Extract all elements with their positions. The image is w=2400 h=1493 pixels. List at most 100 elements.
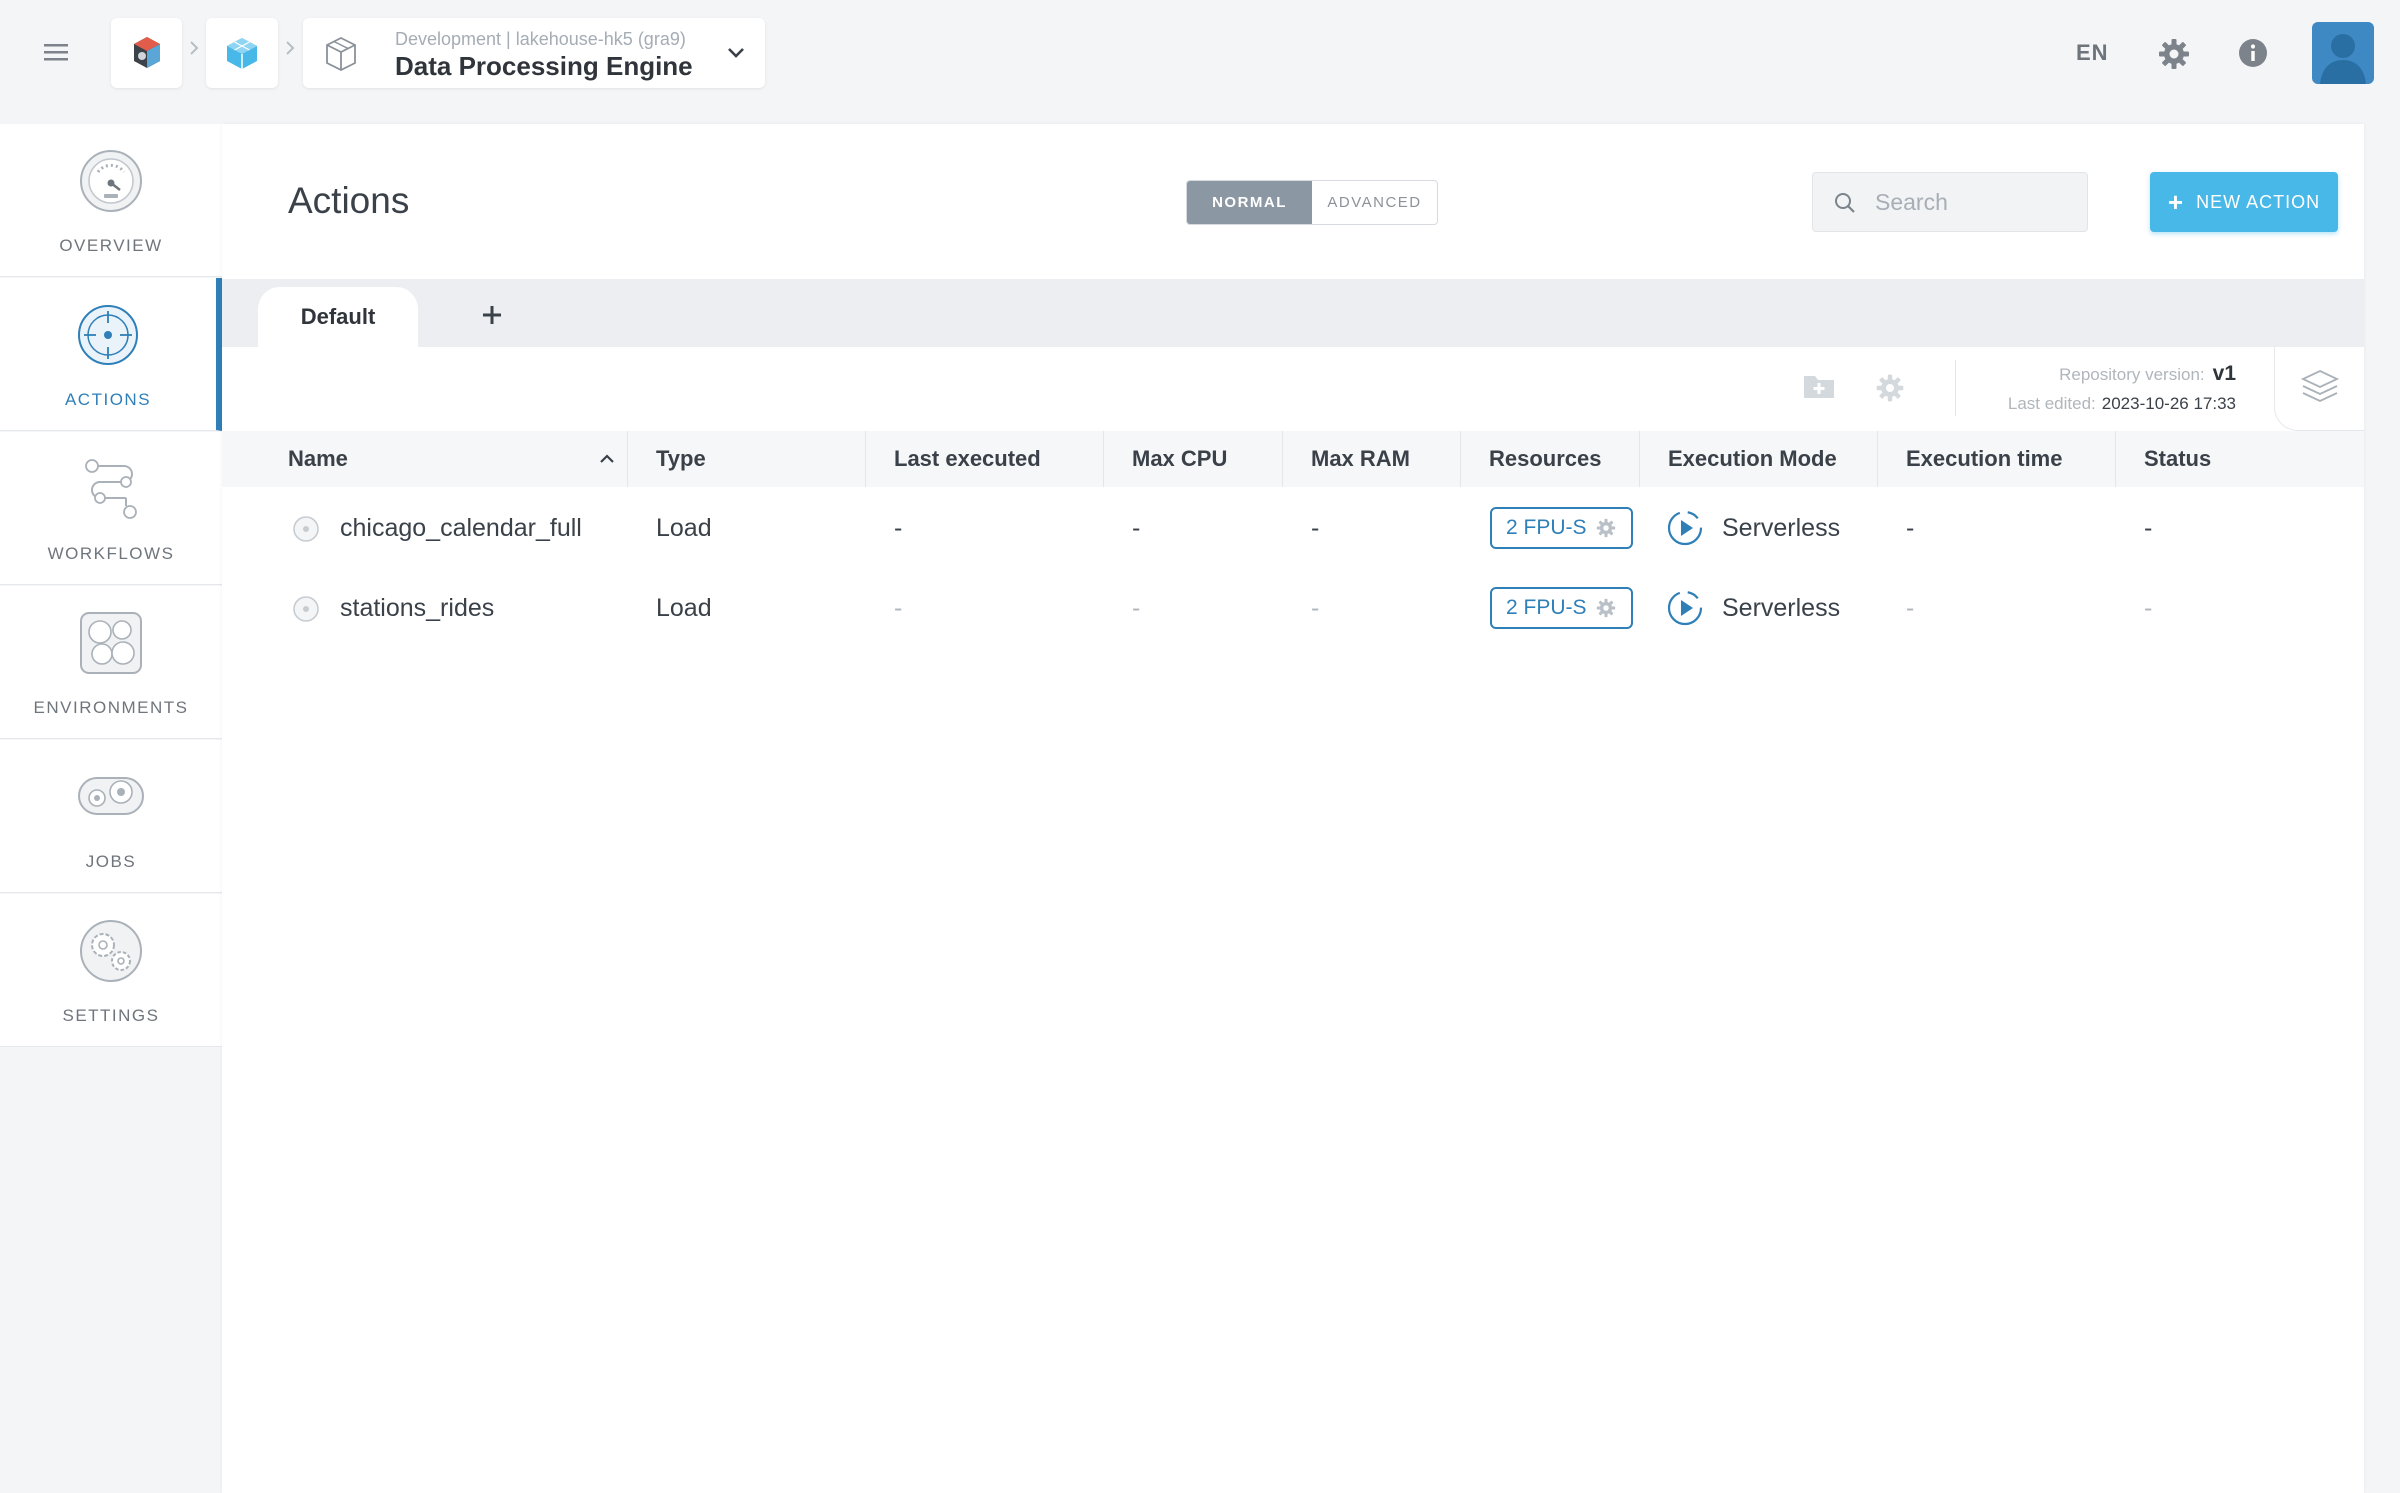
sidebar-item-label: WORKFLOWS xyxy=(47,544,175,563)
sidebar-item-workflows[interactable]: WORKFLOWS xyxy=(0,432,222,585)
user-icon xyxy=(2320,34,2366,84)
resources-value: 2 FPU-S xyxy=(1506,596,1587,619)
new-action-button[interactable]: + NEW ACTION xyxy=(2150,172,2338,232)
resources-value: 2 FPU-S xyxy=(1506,516,1587,539)
sidebar-item-actions[interactable]: ACTIONS xyxy=(0,278,222,431)
gear-icon[interactable] xyxy=(2156,36,2192,72)
user-avatar[interactable] xyxy=(2312,22,2374,84)
column-header-name[interactable]: Name xyxy=(222,431,628,487)
action-name[interactable]: chicago_calendar_full xyxy=(340,488,582,568)
search-icon xyxy=(1833,191,1857,215)
column-header-max-ram[interactable]: Max RAM xyxy=(1283,431,1461,487)
serverless-play-icon xyxy=(1667,590,1703,626)
app-context: Development | lakehouse-hk5 (gra9) xyxy=(395,29,686,49)
box-icon xyxy=(323,35,359,73)
info-icon[interactable] xyxy=(2236,36,2270,70)
app-title: Data Processing Engine xyxy=(395,51,693,81)
status-indicator-icon xyxy=(292,515,320,543)
mode-normal-button[interactable]: NORMAL xyxy=(1187,181,1312,224)
sort-ascending-icon[interactable] xyxy=(597,450,617,468)
column-label: Name xyxy=(288,446,348,471)
last-edited-value: 2023-10-26 17:33 xyxy=(2101,394,2236,413)
action-type: Load xyxy=(656,513,712,542)
add-tab-icon[interactable] xyxy=(476,299,508,331)
execution-mode-cell: Serverless xyxy=(1666,488,1840,568)
serverless-play-icon xyxy=(1667,510,1703,546)
execution-mode: Serverless xyxy=(1722,513,1841,542)
gear-icon xyxy=(1596,598,1615,618)
tab-default[interactable]: Default xyxy=(258,287,418,347)
sidebar: OVERVIEW ACTIONS WORKFLOWS ENVIRONMENTS … xyxy=(0,124,222,1048)
repository-info: Repository version: v1 Last edited: 2023-1… xyxy=(2008,362,2236,414)
table-row[interactable]: chicago_calendar_full Load - - - 2 FPU-S xyxy=(222,488,2364,568)
column-header-last-executed[interactable]: Last executed xyxy=(866,431,1104,487)
column-header-execution-time[interactable]: Execution time xyxy=(1878,431,2116,487)
search-input[interactable] xyxy=(1875,173,2075,231)
last-edited-label: Last edited: xyxy=(2007,394,2096,413)
chevron-right-icon xyxy=(282,38,298,58)
layers-button[interactable] xyxy=(2274,347,2364,431)
layers-icon xyxy=(2300,370,2340,402)
resources-badge[interactable]: 2 FPU-S xyxy=(1490,587,1633,629)
gear-icon xyxy=(1596,518,1615,538)
repository-version-label: Repository version: xyxy=(2059,365,2205,384)
sidebar-item-jobs[interactable]: JOBS xyxy=(0,740,222,893)
add-folder-icon[interactable] xyxy=(1802,372,1836,400)
column-header-resources[interactable]: Resources xyxy=(1461,431,1640,487)
breadcrumb-project[interactable] xyxy=(206,18,278,88)
status-indicator-icon xyxy=(292,595,320,623)
toolbar-divider xyxy=(1955,360,1956,416)
max-ram: - xyxy=(1311,513,1320,542)
column-header-type[interactable]: Type xyxy=(628,431,866,487)
jobs-icon xyxy=(75,764,147,830)
gear-icon[interactable] xyxy=(1874,372,1906,404)
table-header: Name Type Last executed Max CPU Max RAM … xyxy=(222,431,2364,487)
table-row[interactable]: stations_rides Load - - - 2 FPU-S Server… xyxy=(222,568,2364,648)
execution-time: - xyxy=(1906,513,1915,542)
mode-advanced-button[interactable]: ADVANCED xyxy=(1312,181,1437,224)
sidebar-item-label: ENVIRONMENTS xyxy=(33,698,189,717)
project-cubes-icon xyxy=(227,38,257,69)
menu-icon[interactable] xyxy=(40,38,74,68)
action-type: Load xyxy=(656,593,712,622)
mode-toggle: NORMAL ADVANCED xyxy=(1186,180,1438,225)
settings-gears-icon xyxy=(78,918,144,984)
organization-logo-icon xyxy=(133,37,160,68)
sidebar-item-settings[interactable]: SETTINGS xyxy=(0,894,222,1047)
search-box xyxy=(1812,172,2088,232)
chevron-right-icon xyxy=(186,38,202,58)
target-icon xyxy=(75,302,141,368)
resources-badge[interactable]: 2 FPU-S xyxy=(1490,507,1633,549)
execution-mode-cell: Serverless xyxy=(1666,568,1840,648)
sidebar-item-label: ACTIONS xyxy=(64,390,152,409)
max-ram: - xyxy=(1311,593,1320,622)
gauge-icon xyxy=(78,148,144,214)
sidebar-item-label: OVERVIEW xyxy=(59,236,163,255)
tab-bar: Default xyxy=(222,279,2364,347)
language-selector[interactable]: EN xyxy=(2076,40,2109,66)
repository-version: v1 xyxy=(2212,362,2236,385)
app-selector[interactable]: Development | lakehouse-hk5 (gra9) Data … xyxy=(303,18,765,88)
sidebar-item-overview[interactable]: OVERVIEW xyxy=(0,124,222,277)
status: - xyxy=(2144,593,2153,622)
status: - xyxy=(2144,513,2153,542)
chevron-down-icon xyxy=(725,44,747,62)
column-header-max-cpu[interactable]: Max CPU xyxy=(1104,431,1283,487)
sidebar-item-label: JOBS xyxy=(85,852,137,871)
last-executed: - xyxy=(894,593,903,622)
column-header-status[interactable]: Status xyxy=(2116,431,2364,487)
last-executed: - xyxy=(894,513,903,542)
top-bar: Development | lakehouse-hk5 (gra9) Data … xyxy=(0,0,2400,108)
column-header-execution-mode[interactable]: Execution Mode xyxy=(1640,431,1878,487)
execution-time: - xyxy=(1906,593,1915,622)
workflow-icon xyxy=(78,456,144,522)
action-name[interactable]: stations_rides xyxy=(340,568,494,648)
max-cpu: - xyxy=(1132,513,1141,542)
plus-icon: + xyxy=(2167,187,2185,217)
page-title: Actions xyxy=(288,180,410,221)
execution-mode: Serverless xyxy=(1722,593,1841,622)
breadcrumb-organization[interactable] xyxy=(111,18,182,88)
sidebar-item-environments[interactable]: ENVIRONMENTS xyxy=(0,586,222,739)
main-panel: Actions NORMAL ADVANCED + NEW ACTION Def… xyxy=(222,124,2364,1493)
resources-cell: 2 FPU-S xyxy=(1490,568,1633,648)
